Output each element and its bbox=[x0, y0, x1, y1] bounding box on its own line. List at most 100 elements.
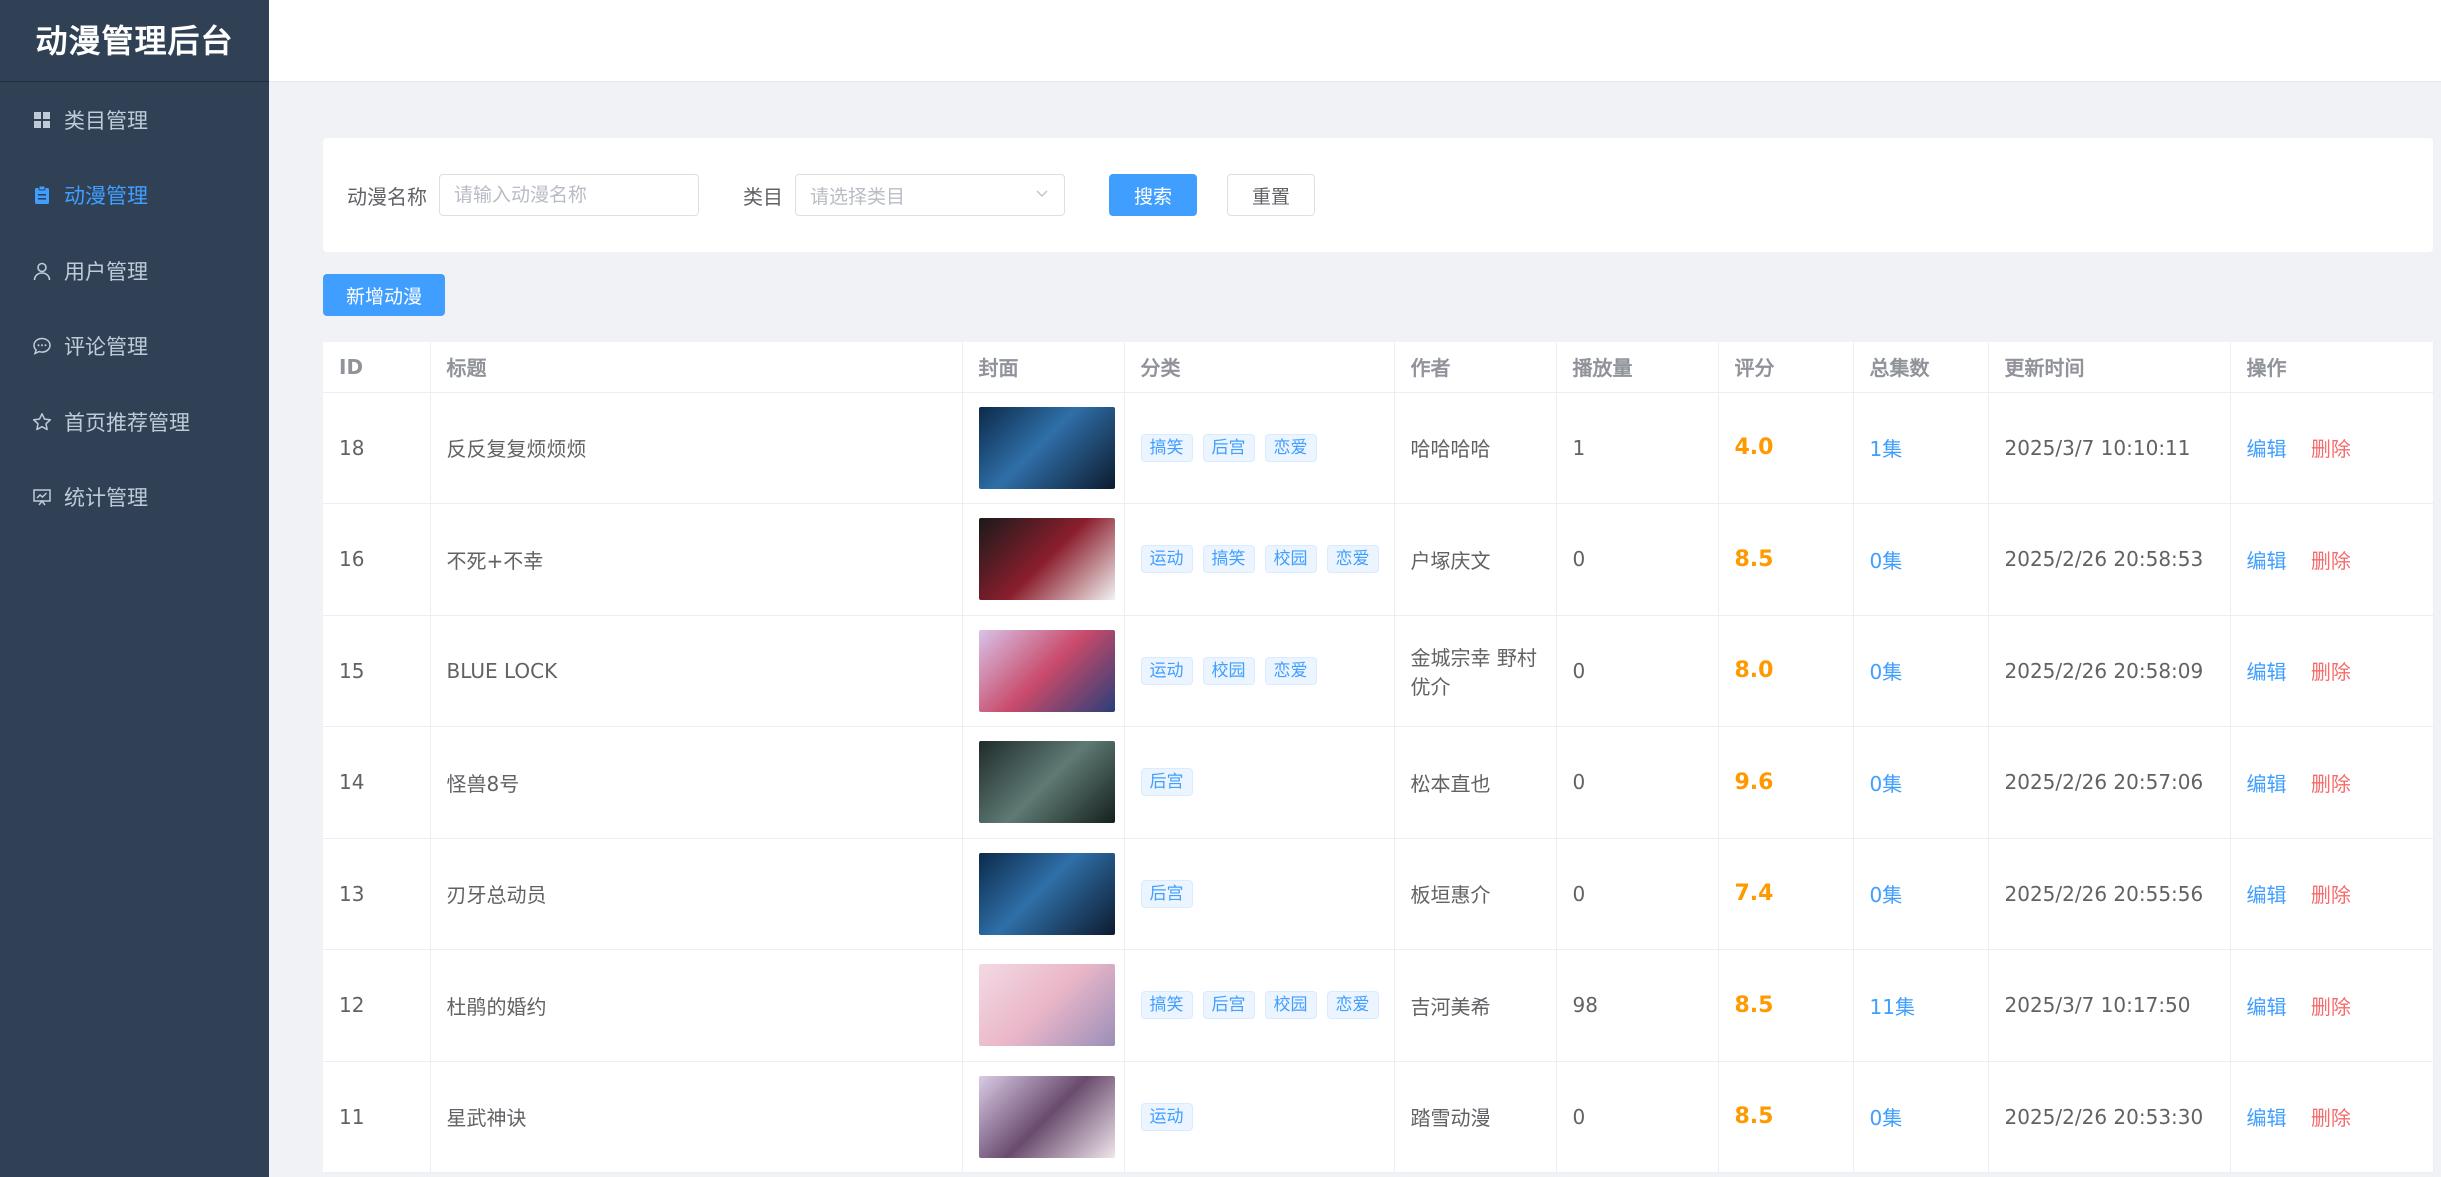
edit-button[interactable]: 编辑 bbox=[2247, 883, 2287, 907]
delete-button[interactable]: 删除 bbox=[2311, 1106, 2351, 1130]
edit-button[interactable]: 编辑 bbox=[2247, 772, 2287, 796]
episodes-link[interactable]: 0集 bbox=[1870, 883, 1903, 907]
search-button[interactable]: 搜索 bbox=[1109, 174, 1198, 216]
col-header-updated: 更新时间 bbox=[1988, 342, 2231, 393]
table-body: 18 反反复复烦烦烦 搞笑 后宫 恋爱 哈哈哈哈 1 4.0 1集 2025/3/7… bbox=[323, 392, 2434, 1173]
star-icon bbox=[32, 412, 52, 432]
delete-button[interactable]: 删除 bbox=[2311, 883, 2351, 907]
sidebar-item-recommend[interactable]: 首页推荐管理 bbox=[0, 384, 269, 460]
score-value: 8.5 bbox=[1734, 1104, 1774, 1130]
sidebar-item-users[interactable]: 用户管理 bbox=[0, 233, 269, 309]
cell-plays: 1 bbox=[1556, 392, 1719, 504]
table-row: 18 反反复复烦烦烦 搞笑 后宫 恋爱 哈哈哈哈 1 4.0 1集 2025/3/7… bbox=[323, 392, 2434, 504]
cell-tags: 运动 校园 恋爱 bbox=[1124, 615, 1395, 727]
cell-actions: 编辑 删除 bbox=[2230, 726, 2434, 839]
sidebar-item-comments[interactable]: 评论管理 bbox=[0, 309, 269, 385]
category-select-placeholder: 请选择类目 bbox=[810, 185, 906, 208]
tag-list: 运动 搞笑 校园 恋爱 bbox=[1140, 545, 1394, 574]
delete-button[interactable]: 删除 bbox=[2311, 995, 2351, 1019]
table-row: 12 杜鹃的婚约 搞笑 后宫 校园 恋爱 吉河美希 98 8.5 11集 2025/3… bbox=[323, 949, 2434, 1062]
cell-tags: 后宫 bbox=[1124, 726, 1395, 839]
col-header-id: ID bbox=[323, 342, 431, 393]
category-tag: 搞笑 bbox=[1140, 991, 1193, 1020]
edit-button[interactable]: 编辑 bbox=[2247, 549, 2287, 573]
cell-title: 刃牙总动员 bbox=[430, 838, 963, 950]
tag-list: 后宫 bbox=[1140, 768, 1394, 797]
cell-author: 户塚庆文 bbox=[1394, 503, 1557, 616]
cell-actions: 编辑 删除 bbox=[2230, 392, 2434, 504]
sidebar-item-stats[interactable]: 统计管理 bbox=[0, 460, 269, 536]
category-tag: 后宫 bbox=[1202, 433, 1255, 462]
table-row: 16 不死+不幸 运动 搞笑 校园 恋爱 户塚庆文 0 8.5 0集 2025/2/2… bbox=[323, 503, 2434, 616]
cell-plays: 0 bbox=[1556, 615, 1719, 727]
category-tag: 搞笑 bbox=[1202, 545, 1255, 574]
cell-plays: 0 bbox=[1556, 726, 1719, 839]
category-tag: 恋爱 bbox=[1264, 656, 1317, 685]
cover-image bbox=[978, 741, 1115, 824]
episodes-link[interactable]: 0集 bbox=[1870, 772, 1903, 796]
cell-tags: 搞笑 后宫 恋爱 bbox=[1124, 392, 1395, 504]
episodes-link[interactable]: 0集 bbox=[1870, 549, 1903, 573]
cell-score: 8.5 bbox=[1718, 503, 1854, 616]
col-header-cover: 封面 bbox=[962, 342, 1125, 393]
cell-episodes: 1集 bbox=[1853, 392, 1989, 504]
reset-button[interactable]: 重置 bbox=[1227, 174, 1316, 216]
delete-button[interactable]: 删除 bbox=[2311, 772, 2351, 796]
cell-score: 8.5 bbox=[1718, 1061, 1854, 1173]
cell-cover bbox=[962, 615, 1125, 727]
cell-cover bbox=[962, 503, 1125, 616]
episodes-link[interactable]: 0集 bbox=[1870, 1106, 1903, 1130]
cell-plays: 0 bbox=[1556, 1061, 1719, 1173]
cell-author: 金城宗幸 野村优介 bbox=[1394, 615, 1557, 727]
episodes-link[interactable]: 1集 bbox=[1870, 437, 1903, 461]
table-row: 13 刃牙总动员 后宫 板垣惠介 0 7.4 0集 2025/2/26 20:5… bbox=[323, 838, 2434, 950]
brand-title: 动漫管理后台 bbox=[0, 0, 269, 82]
cell-episodes: 0集 bbox=[1853, 503, 1989, 616]
category-tag: 后宫 bbox=[1140, 879, 1193, 908]
delete-button[interactable]: 删除 bbox=[2311, 437, 2351, 461]
anime-name-input[interactable] bbox=[439, 174, 699, 216]
cell-episodes: 0集 bbox=[1853, 615, 1989, 727]
cell-cover bbox=[962, 392, 1125, 504]
cell-actions: 编辑 删除 bbox=[2230, 503, 2434, 616]
delete-button[interactable]: 删除 bbox=[2311, 549, 2351, 573]
edit-button[interactable]: 编辑 bbox=[2247, 995, 2287, 1019]
cell-updated: 2025/3/7 10:10:11 bbox=[1988, 392, 2231, 504]
col-header-category: 分类 bbox=[1124, 342, 1395, 393]
cell-episodes: 0集 bbox=[1853, 726, 1989, 839]
cell-title: 星武神诀 bbox=[430, 1061, 963, 1173]
col-header-episodes: 总集数 bbox=[1853, 342, 1989, 393]
score-value: 7.4 bbox=[1734, 881, 1774, 907]
cover-image bbox=[978, 518, 1115, 601]
cell-title: BLUE LOCK bbox=[430, 615, 963, 727]
category-tag: 恋爱 bbox=[1264, 433, 1317, 462]
add-anime-button[interactable]: 新增动漫 bbox=[323, 274, 446, 316]
col-header-author: 作者 bbox=[1394, 342, 1557, 393]
cell-score: 8.0 bbox=[1718, 615, 1854, 727]
category-tag: 运动 bbox=[1140, 545, 1193, 574]
category-select[interactable]: 请选择类目 bbox=[795, 174, 1065, 216]
delete-button[interactable]: 删除 bbox=[2311, 660, 2351, 684]
cover-image bbox=[978, 852, 1115, 935]
edit-button[interactable]: 编辑 bbox=[2247, 437, 2287, 461]
cell-plays: 98 bbox=[1556, 949, 1719, 1062]
cell-title: 不死+不幸 bbox=[430, 503, 963, 616]
cell-actions: 编辑 删除 bbox=[2230, 1061, 2434, 1173]
cell-title: 杜鹃的婚约 bbox=[430, 949, 963, 1062]
search-form: 动漫名称 类目 请选择类目 搜索 重置 bbox=[323, 138, 2433, 252]
cell-author: 板垣惠介 bbox=[1394, 838, 1557, 950]
cell-cover bbox=[962, 1061, 1125, 1173]
episodes-link[interactable]: 0集 bbox=[1870, 660, 1903, 684]
cell-tags: 后宫 bbox=[1124, 838, 1395, 950]
col-header-actions: 操作 bbox=[2230, 342, 2434, 393]
sidebar-item-anime[interactable]: 动漫管理 bbox=[0, 158, 269, 234]
edit-button[interactable]: 编辑 bbox=[2247, 660, 2287, 684]
sidebar-item-label: 首页推荐管理 bbox=[64, 410, 190, 435]
cell-author: 踏雪动漫 bbox=[1394, 1061, 1557, 1173]
sidebar-item-category[interactable]: 类目管理 bbox=[0, 82, 269, 158]
edit-button[interactable]: 编辑 bbox=[2247, 1106, 2287, 1130]
cell-actions: 编辑 删除 bbox=[2230, 615, 2434, 727]
episodes-link[interactable]: 11集 bbox=[1870, 995, 1915, 1019]
chevron-down-icon bbox=[1034, 184, 1050, 206]
cell-score: 7.4 bbox=[1718, 838, 1854, 950]
